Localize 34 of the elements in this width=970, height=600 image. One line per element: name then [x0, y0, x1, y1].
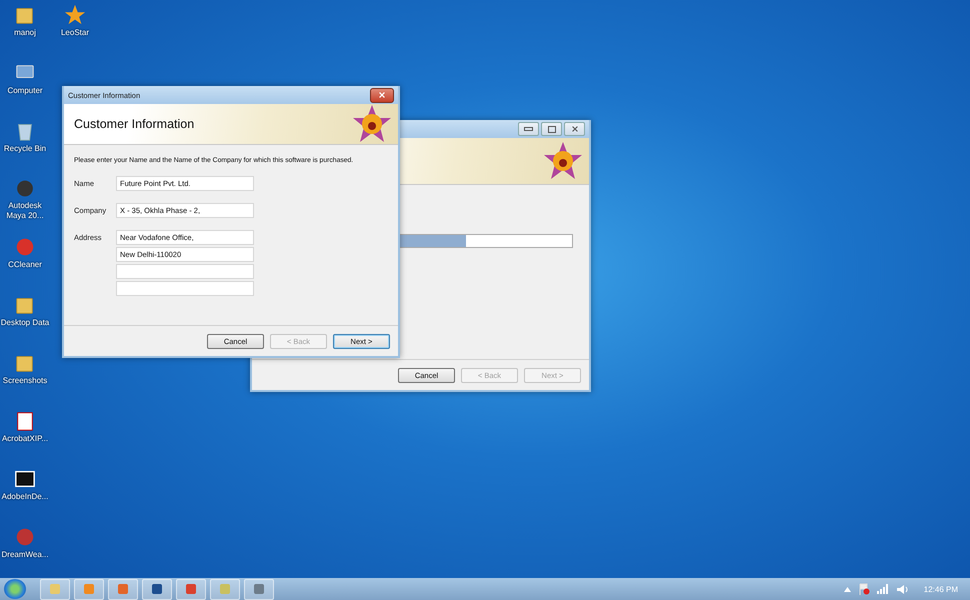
desktop-icon-label[interactable]: Screenshots — [2, 376, 48, 386]
close-icon — [570, 125, 578, 133]
taskbar-app-button[interactable] — [176, 578, 206, 600]
desktop-icon-label[interactable]: Desktop Data — [0, 318, 50, 328]
desktop-icon-label[interactable]: DreamWea... — [2, 550, 48, 560]
desktop-icon-label[interactable]: Autodesk Maya 20... — [0, 201, 50, 221]
close-icon — [378, 91, 386, 99]
text-field[interactable] — [116, 264, 254, 279]
close-button[interactable] — [564, 122, 585, 136]
minimize-button[interactable] — [518, 122, 539, 136]
start-button[interactable] — [4, 579, 26, 599]
signal-bars-icon[interactable] — [876, 584, 890, 594]
star-logo-icon — [352, 104, 392, 144]
star-logo-icon — [543, 141, 583, 181]
dialog-heading: Customer Information — [74, 117, 196, 131]
desktop-icon-label[interactable]: Recycle Bin — [4, 144, 46, 154]
taskbar-app-button[interactable] — [108, 578, 138, 600]
desktop-shortcut-icon[interactable] — [14, 468, 36, 490]
desktop-icon-label[interactable]: manoj — [14, 28, 36, 38]
desktop-icon-label[interactable]: AcrobatXIP... — [2, 434, 48, 444]
show-hidden-icons-arrow-icon[interactable] — [844, 586, 851, 592]
taskbar-app-button[interactable] — [142, 578, 172, 600]
desktop-icon-label[interactable]: AdobeInDe... — [2, 492, 48, 502]
taskbar-app-button[interactable] — [244, 578, 274, 600]
close-button[interactable] — [370, 88, 394, 102]
flag-icon[interactable] — [858, 583, 870, 595]
text-field[interactable] — [116, 281, 254, 296]
desktop-icon-label[interactable]: LeoStar — [60, 28, 90, 38]
speaker-icon[interactable] — [896, 584, 909, 594]
desktop-icon-label[interactable]: Computer — [7, 86, 43, 96]
desktop-shortcut-icon[interactable] — [14, 410, 36, 432]
desktop-icon-label[interactable]: CCleaner — [8, 260, 42, 270]
maximize-button[interactable] — [541, 122, 562, 136]
star-shortcut-icon[interactable] — [64, 4, 86, 26]
